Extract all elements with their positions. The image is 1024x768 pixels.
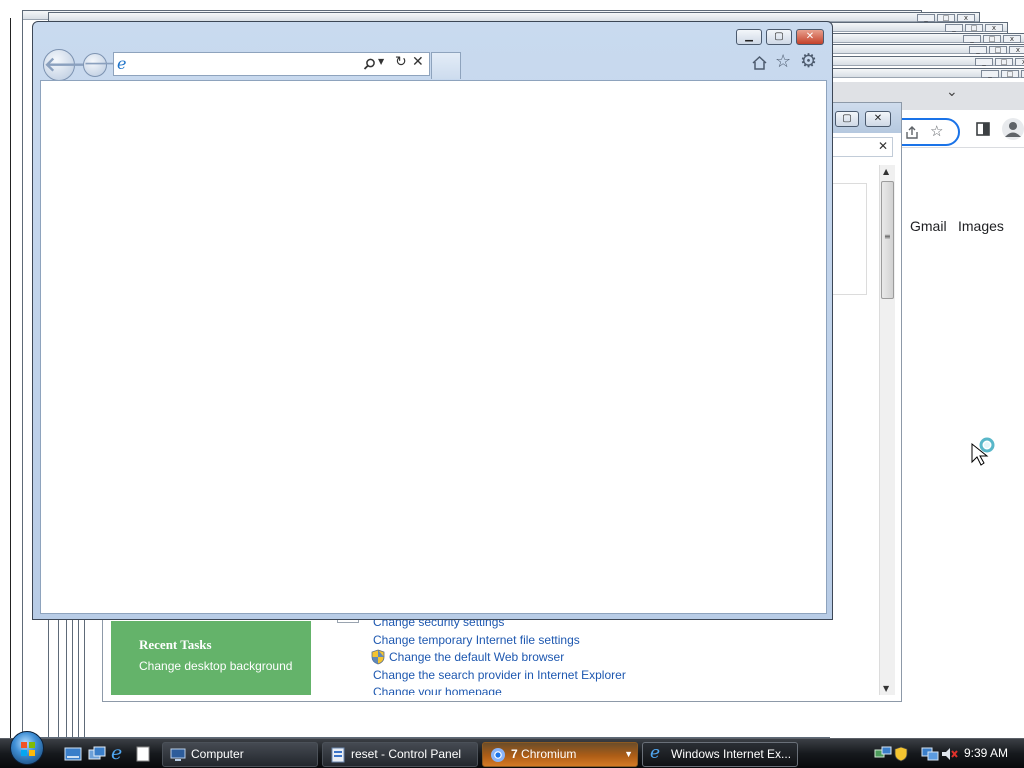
- homepage-link[interactable]: Change your homepage: [373, 685, 502, 695]
- scroll-up-icon[interactable]: ▲: [883, 167, 889, 176]
- restore-icon[interactable]: □: [965, 24, 983, 32]
- close-button[interactable]: ✕: [796, 29, 824, 45]
- ie-window[interactable]: ▁ ▢ ✕ 🡐 🡒 e ▼ ↻ ✕ ☆ ⚙: [32, 21, 833, 620]
- address-value[interactable]: [138, 57, 358, 71]
- restore-button[interactable]: ▢: [766, 29, 792, 45]
- taskbar-group-count: 7: [511, 747, 518, 761]
- restore-icon[interactable]: □: [983, 35, 1001, 43]
- minimize-button[interactable]: ▢: [835, 111, 859, 127]
- taskbar-label: Computer: [191, 747, 244, 761]
- share-icon[interactable]: [904, 125, 920, 141]
- windows-logo-icon: [21, 742, 35, 756]
- grip-icon: ≡: [884, 232, 891, 241]
- home-icon[interactable]: [751, 55, 768, 71]
- stop-icon[interactable]: ✕: [412, 54, 424, 70]
- close-icon[interactable]: x: [985, 24, 1003, 32]
- taskbar-label: reset - Control Panel: [351, 747, 462, 761]
- clear-search-icon[interactable]: ✕: [878, 139, 888, 153]
- ie-page-icon: e: [117, 54, 127, 73]
- search-icon[interactable]: [363, 58, 376, 71]
- page-content[interactable]: [40, 80, 827, 614]
- recent-tasks-heading: Recent Tasks: [139, 637, 212, 652]
- restore-icon[interactable]: □: [989, 46, 1007, 54]
- close-button[interactable]: ✕: [865, 111, 891, 127]
- taskbar-button-internet-explorer[interactable]: e Windows Internet Ex...: [642, 742, 798, 767]
- default-browser-link[interactable]: Change the default Web browser: [389, 650, 564, 664]
- temp-files-link[interactable]: Change temporary Internet file settings: [373, 633, 580, 647]
- bookmark-star-icon[interactable]: ☆: [930, 122, 943, 140]
- chromium-icon: [491, 748, 505, 762]
- taskbar-label: Chromium: [521, 747, 577, 761]
- tools-gear-icon[interactable]: ⚙: [800, 50, 817, 72]
- profile-avatar[interactable]: [1002, 118, 1024, 140]
- network-connection-icon[interactable]: [921, 746, 939, 762]
- security-tray-icon[interactable]: [894, 746, 908, 762]
- scroll-down-icon[interactable]: ▼: [883, 684, 889, 693]
- group-dropdown-icon[interactable]: ▼: [624, 743, 633, 766]
- taskbar-label: Windows Internet Ex...: [671, 747, 792, 761]
- network-tray-icon[interactable]: [874, 746, 892, 762]
- taskbar-button-control-panel[interactable]: reset - Control Panel: [322, 742, 478, 767]
- minimize-button[interactable]: ▁: [736, 29, 762, 45]
- dropdown-icon[interactable]: ▼: [378, 57, 384, 66]
- minimize-icon[interactable]: _: [963, 35, 981, 43]
- start-button[interactable]: [10, 731, 44, 765]
- switch-windows-icon[interactable]: [88, 746, 106, 762]
- gmail-link[interactable]: Gmail: [910, 218, 947, 234]
- images-link[interactable]: Images: [958, 218, 1004, 234]
- volume-muted-icon[interactable]: [941, 746, 959, 762]
- profile-icon: [1005, 122, 1021, 137]
- minimize-icon[interactable]: _: [975, 58, 993, 66]
- close-icon[interactable]: x: [1003, 35, 1021, 43]
- restore-icon[interactable]: □: [937, 14, 955, 22]
- back-button[interactable]: 🡐: [43, 49, 98, 81]
- busy-cursor-icon: [971, 437, 995, 466]
- close-icon[interactable]: x: [1015, 58, 1024, 66]
- refresh-icon[interactable]: ↻: [395, 54, 407, 70]
- show-desktop-icon[interactable]: [64, 747, 82, 761]
- forward-button[interactable]: 🡒: [83, 53, 122, 77]
- notepad-icon[interactable]: [136, 746, 150, 762]
- search-provider-link[interactable]: Change the search provider in Internet E…: [373, 668, 626, 682]
- side-panel-icon[interactable]: [976, 122, 990, 136]
- tab-search-chevron-icon[interactable]: ⌄: [946, 84, 958, 100]
- quick-launch-ie-icon[interactable]: e: [111, 742, 122, 764]
- taskbar-button-chromium[interactable]: 7 Chromium ▼: [482, 742, 638, 767]
- window-edge: [10, 18, 11, 740]
- minimize-icon[interactable]: _: [945, 24, 963, 32]
- clock[interactable]: 9:39 AM: [964, 746, 1008, 760]
- restore-icon[interactable]: □: [995, 58, 1013, 66]
- vertical-scrollbar[interactable]: ▲ ≡ ▼: [879, 165, 895, 695]
- minimize-icon[interactable]: _: [969, 46, 987, 54]
- ie-icon: e: [650, 743, 661, 763]
- search-box[interactable]: ✕: [823, 137, 893, 157]
- restore-icon[interactable]: □: [1001, 70, 1019, 78]
- close-icon[interactable]: x: [1009, 46, 1024, 54]
- taskbar: e Computer reset - Control Panel 7 Chrom…: [0, 731, 1024, 768]
- recent-task-link[interactable]: Change desktop background: [139, 659, 292, 673]
- control-panel-icon: [331, 747, 345, 763]
- taskbar-button-computer[interactable]: Computer: [162, 742, 318, 767]
- uac-shield-icon: [371, 649, 385, 665]
- computer-icon: [170, 748, 186, 761]
- new-tab-button[interactable]: [431, 52, 461, 79]
- address-bar[interactable]: e ▼ ↻ ✕: [113, 52, 430, 76]
- minimize-icon[interactable]: _: [917, 14, 935, 22]
- close-icon[interactable]: x: [957, 14, 975, 22]
- scroll-thumb[interactable]: ≡: [881, 181, 894, 299]
- minimize-icon[interactable]: _: [981, 70, 999, 78]
- favorites-star-icon[interactable]: ☆: [775, 51, 791, 72]
- recent-tasks-panel: Recent Tasks Change desktop background: [111, 621, 311, 695]
